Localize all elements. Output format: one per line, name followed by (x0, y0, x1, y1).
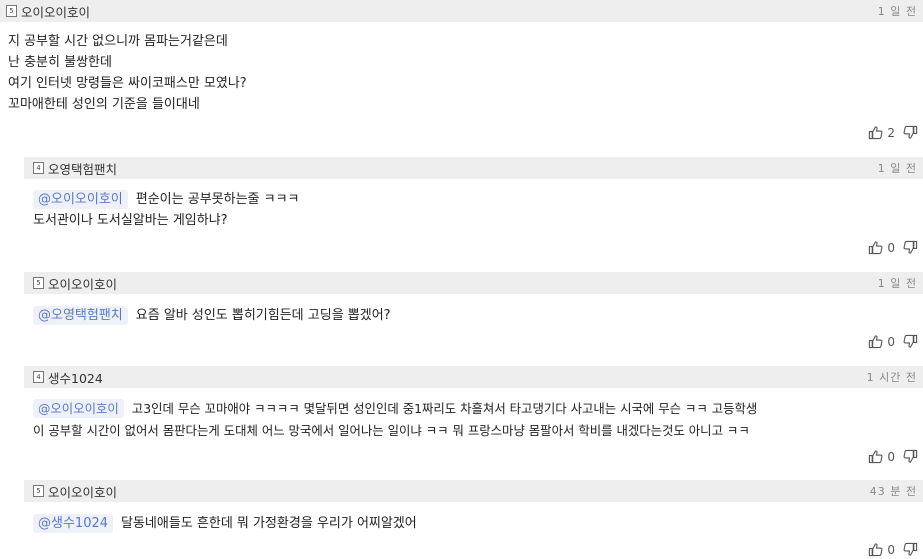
mention-link[interactable]: @생수1024 (33, 514, 114, 533)
author-name[interactable]: 생수1024 (48, 368, 103, 387)
comment-line: 여기 인터넷 망령들은 싸이코패스만 모였나? (8, 76, 247, 91)
mention-link[interactable]: @오영택험팬치 (33, 306, 128, 325)
thumbs-down-icon[interactable] (903, 334, 918, 349)
author-name[interactable]: 오이오이호이 (48, 274, 117, 293)
comment-line: 난 충분히 불쌍한데 (8, 55, 112, 70)
comment-line: 이 공부할 시간이 없어서 몸판다는게 도대체 어느 망국에서 일어나는 일이냐… (33, 423, 750, 438)
vote-bar: 0 (868, 542, 918, 557)
level-icon: 4 (33, 371, 44, 383)
reply-body: @오영택험팬치 요즘 알바 성인도 뽑히기힘든데 고딩을 뽑겠어? (33, 305, 391, 326)
reply-body: @생수1024 달동네애들도 흔한데 뭐 가정환경을 우리가 어찌알겠어 (33, 513, 417, 534)
vote-bar: 0 (868, 449, 918, 464)
reply-body: @오이오이호이 편순이는 공부못하는줄 ㅋㅋㅋ 도서관이나 도서실알바는 게임하냐… (33, 189, 300, 231)
level-icon: 4 (33, 162, 44, 174)
comment-time: 1 일 전 (877, 5, 917, 18)
comment-line: 달동네애들도 흔한데 뭐 가정환경을 우리가 어찌알겠어 (121, 516, 417, 531)
thumbs-up-icon[interactable] (868, 240, 883, 255)
reply-body: @오이오이호이 고3인데 무슨 꼬마애야 ㅋㅋㅋㅋ 몇달뒤면 성인인데 중1짜리도… (33, 398, 757, 442)
mention-link[interactable]: @오이오이호이 (33, 190, 128, 209)
level-icon: 5 (6, 5, 17, 17)
reply-header: 5 오이오이호이 1 일 전 (24, 272, 923, 294)
author-name[interactable]: 오영택험팬치 (48, 159, 117, 178)
comment-line: 도서관이나 도서실알바는 게임하냐? (33, 213, 228, 228)
comment-time: 1 일 전 (877, 162, 917, 175)
comment-body: 지 공부할 시간 없으니까 몸파는거같은데 난 충분히 불쌍한데 여기 인터넷 … (8, 31, 247, 115)
like-count: 2 (887, 125, 895, 140)
reply-header: 5 오이오이호이 43 분 전 (24, 480, 923, 502)
like-count: 0 (887, 334, 895, 349)
comment-time: 1 시간 전 (866, 371, 917, 384)
author-name[interactable]: 오이오이호이 (48, 482, 117, 501)
vote-bar: 0 (868, 240, 918, 255)
vote-bar: 0 (868, 334, 918, 349)
reply-header: 4 생수1024 1 시간 전 (24, 366, 923, 388)
comment-time: 43 분 전 (869, 485, 917, 498)
comment-line: 요즘 알바 성인도 뽑히기힘든데 고딩을 뽑겠어? (135, 308, 391, 323)
thumbs-down-icon[interactable] (903, 240, 918, 255)
level-icon: 5 (33, 485, 44, 497)
thumbs-down-icon[interactable] (903, 125, 918, 140)
thumbs-up-icon[interactable] (868, 449, 883, 464)
thumbs-down-icon[interactable] (903, 542, 918, 557)
comment-line: 고3인데 무슨 꼬마애야 ㅋㅋㅋㅋ 몇달뒤면 성인인데 중1짜리도 차흘쳐서 타… (131, 401, 758, 416)
reply-header: 4 오영택험팬치 1 일 전 (24, 157, 923, 179)
comment-line: 지 공부할 시간 없으니까 몸파는거같은데 (8, 34, 228, 49)
thumbs-up-icon[interactable] (868, 125, 883, 140)
author-name[interactable]: 오이오이호이 (21, 2, 90, 21)
thumbs-down-icon[interactable] (903, 449, 918, 464)
comment-time: 1 일 전 (877, 277, 917, 290)
level-icon: 5 (33, 277, 44, 289)
thumbs-up-icon[interactable] (868, 542, 883, 557)
like-count: 0 (887, 449, 895, 464)
like-count: 0 (887, 240, 895, 255)
mention-link[interactable]: @오이오이호이 (33, 399, 124, 418)
comment-header: 5 오이오이호이 1 일 전 (0, 0, 923, 22)
like-count: 0 (887, 542, 895, 557)
thumbs-up-icon[interactable] (868, 334, 883, 349)
comment-line: 편순이는 공부못하는줄 ㅋㅋㅋ (135, 192, 300, 207)
vote-bar: 2 (868, 125, 918, 140)
comment-line: 꼬마애한테 성인의 기준을 들이대네 (8, 97, 200, 112)
